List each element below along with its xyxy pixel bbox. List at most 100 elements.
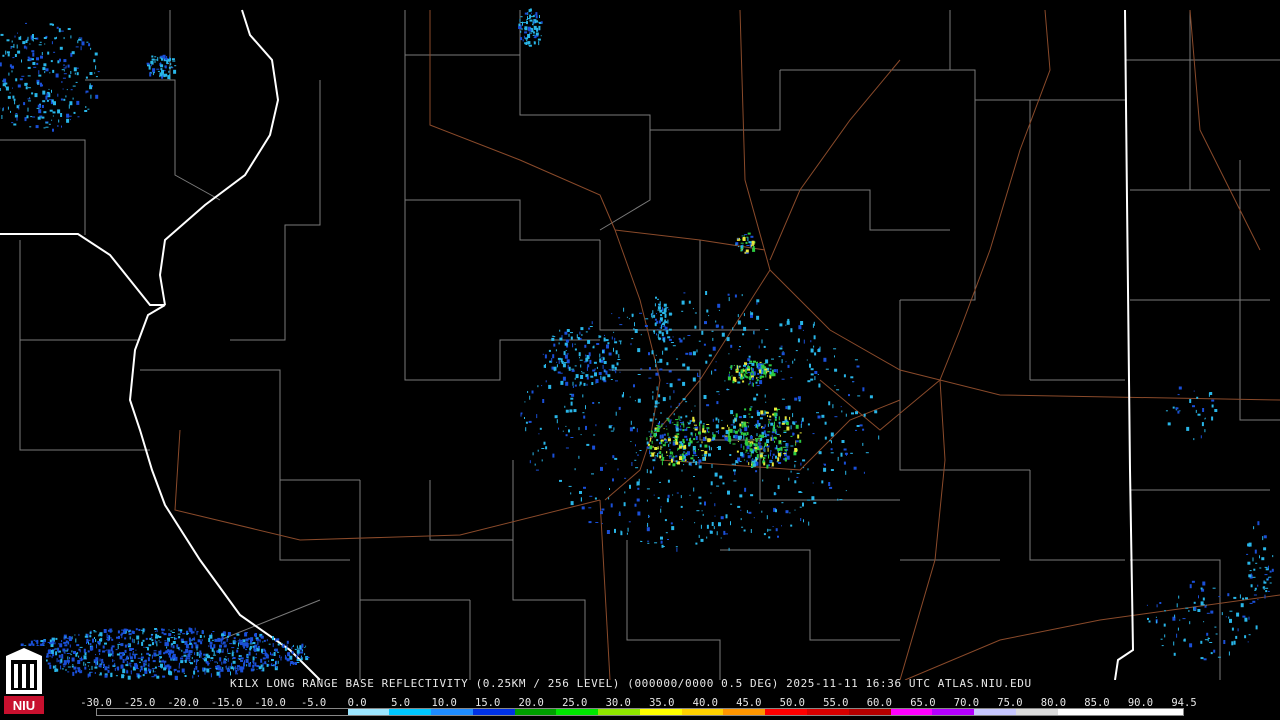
echo-pixel: [612, 478, 614, 482]
echo-pixel: [660, 314, 663, 317]
echo-pixel: [640, 368, 643, 370]
echo-pixel: [785, 449, 787, 452]
echo-pixel: [613, 370, 615, 372]
echo-pixel: [245, 638, 249, 642]
echo-pixel: [222, 667, 224, 669]
echo-pixel: [580, 327, 584, 331]
echo-pixel: [523, 35, 525, 39]
echo-pixel: [12, 87, 13, 89]
echo-pixel: [551, 337, 555, 341]
echo-pixel: [136, 673, 138, 676]
echo-pixel: [740, 431, 743, 435]
echo-pixel: [33, 38, 37, 39]
echo-pixel: [774, 407, 777, 411]
echo-pixel: [68, 636, 71, 640]
echo-pixel: [249, 643, 253, 645]
echo-pixel: [148, 663, 150, 668]
echo-pixel: [223, 645, 227, 648]
echo-pixel: [194, 627, 196, 631]
echo-pixel: [708, 431, 710, 433]
county-line: [405, 10, 521, 56]
echo-pixel: [769, 371, 772, 375]
scale-color-segment: [264, 709, 306, 715]
echo-pixel: [56, 26, 59, 29]
echo-pixel: [60, 98, 63, 101]
echo-pixel: [106, 633, 108, 638]
echo-pixel: [737, 429, 739, 432]
echo-pixel: [649, 418, 653, 422]
echo-pixel: [129, 630, 131, 632]
echo-pixel: [115, 675, 118, 677]
echo-pixel: [680, 495, 682, 499]
echo-pixel: [1174, 614, 1176, 618]
echo-pixel: [1177, 394, 1180, 396]
echo-pixel: [659, 368, 663, 371]
echo-pixel: [169, 654, 171, 656]
echo-pixel: [535, 21, 539, 23]
echo-pixel: [611, 425, 613, 426]
echo-pixel: [31, 50, 35, 53]
echo-pixel: [781, 502, 784, 504]
echo-pixel: [63, 666, 66, 668]
echo-pixel: [580, 375, 584, 379]
echo-pixel: [683, 459, 686, 461]
echo-pixel: [68, 661, 69, 665]
echo-pixel: [187, 653, 191, 658]
echo-pixel: [555, 349, 557, 352]
echo-pixel: [0, 88, 1, 91]
echo-pixel: [672, 422, 674, 424]
echo-pixel: [72, 85, 76, 87]
echo-pixel: [30, 116, 33, 118]
echo-pixel: [540, 21, 543, 24]
echo-pixel: [191, 657, 193, 660]
echo-pixel: [1212, 587, 1216, 589]
echo-pixel: [11, 46, 15, 48]
echo-pixel: [669, 441, 671, 444]
echo-pixel: [608, 352, 612, 356]
echo-pixel: [192, 675, 194, 679]
echo-pixel: [607, 374, 611, 378]
echo-pixel: [233, 667, 235, 671]
echo-pixel: [159, 641, 162, 643]
echo-pixel: [579, 491, 582, 494]
echo-pixel: [617, 468, 619, 471]
echo-pixel: [653, 412, 655, 416]
echo-pixel: [664, 316, 666, 318]
echo-pixel: [751, 240, 755, 245]
echo-pixel: [692, 419, 696, 422]
echo-pixel: [790, 425, 792, 430]
echo-pixel: [653, 330, 656, 333]
echo-pixel: [659, 434, 662, 439]
echo-pixel: [812, 433, 815, 435]
echo-pixel: [128, 633, 132, 636]
echo-pixel: [578, 455, 580, 459]
echo-pixel: [275, 661, 276, 665]
highway-line: [174, 429, 601, 541]
echo-pixel: [227, 635, 229, 638]
echo-pixel: [117, 643, 121, 645]
echo-pixel: [111, 638, 114, 641]
echo-pixel: [76, 72, 79, 76]
echo-pixel: [1233, 640, 1236, 645]
echo-pixel: [869, 395, 873, 399]
echo-pixel: [197, 670, 200, 673]
echo-pixel: [87, 673, 89, 678]
echo-pixel: [743, 326, 747, 331]
echo-pixel: [623, 307, 625, 312]
echo-pixel: [243, 662, 246, 667]
echo-pixel: [681, 310, 684, 312]
echo-pixel: [685, 415, 688, 418]
echo-pixel: [95, 639, 97, 642]
echo-pixel: [162, 54, 166, 59]
echo-pixel: [698, 459, 702, 463]
echo-pixel: [525, 421, 528, 424]
echo-pixel: [810, 340, 812, 343]
echo-pixel: [742, 333, 745, 336]
echo-pixel: [839, 499, 843, 501]
echo-pixel: [756, 458, 758, 461]
echo-pixel: [616, 362, 619, 366]
echo-pixel: [117, 630, 120, 634]
echo-pixel: [807, 380, 811, 383]
echo-pixel: [619, 371, 621, 373]
echo-pixel: [140, 666, 142, 668]
